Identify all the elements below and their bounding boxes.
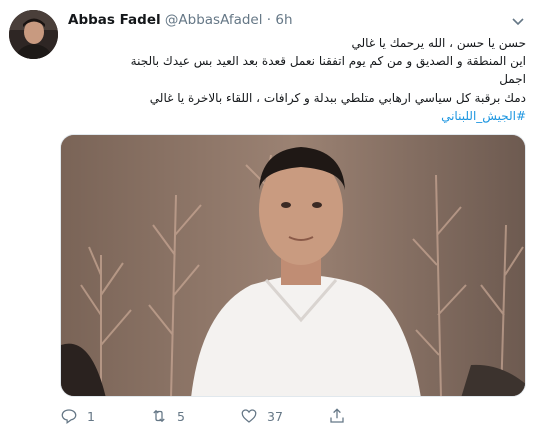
retweet-button[interactable]: 5 <box>150 404 185 428</box>
like-icon <box>241 409 257 423</box>
tweet-photo[interactable] <box>60 134 526 397</box>
tweet[interactable]: Abbas Fadel @AbbasAfadel · 6h حسن يا حسن… <box>0 0 536 435</box>
share-button[interactable] <box>328 404 346 428</box>
hashtag-link[interactable]: #الجيش_اللبناني <box>60 107 526 125</box>
reply-count: 1 <box>87 408 95 424</box>
reply-icon <box>61 409 77 425</box>
author-name[interactable]: Abbas Fadel <box>68 12 161 28</box>
tweet-line: اين المنطقة و الصديق و من كم يوم اتفقنا … <box>130 54 526 69</box>
tweet-line: حسن يا حسن ، الله يرحمك يا غالي <box>351 36 527 50</box>
tweet-actions: 1 5 37 <box>60 404 480 428</box>
tweet-text: حسن يا حسن ، الله يرحمك يا غالي اين المن… <box>60 34 526 125</box>
timestamp[interactable]: 6h <box>275 12 292 28</box>
separator-dot: · <box>266 12 272 28</box>
author-handle[interactable]: @AbbasAfadel <box>165 12 263 28</box>
like-count: 37 <box>267 408 283 424</box>
avatar[interactable] <box>9 10 58 59</box>
chevron-down-icon[interactable] <box>510 13 526 29</box>
reply-button[interactable]: 1 <box>60 404 95 428</box>
share-icon <box>330 408 344 423</box>
retweet-count: 5 <box>177 408 185 424</box>
tweet-line: اجمل <box>499 72 526 87</box>
tweet-line: دمك برقبة كل سياسي ارهابي متلطي ببدلة و … <box>149 90 526 105</box>
like-button[interactable]: 37 <box>240 404 283 428</box>
tweet-header: Abbas Fadel @AbbasAfadel · 6h <box>68 12 526 32</box>
retweet-icon <box>153 409 165 423</box>
